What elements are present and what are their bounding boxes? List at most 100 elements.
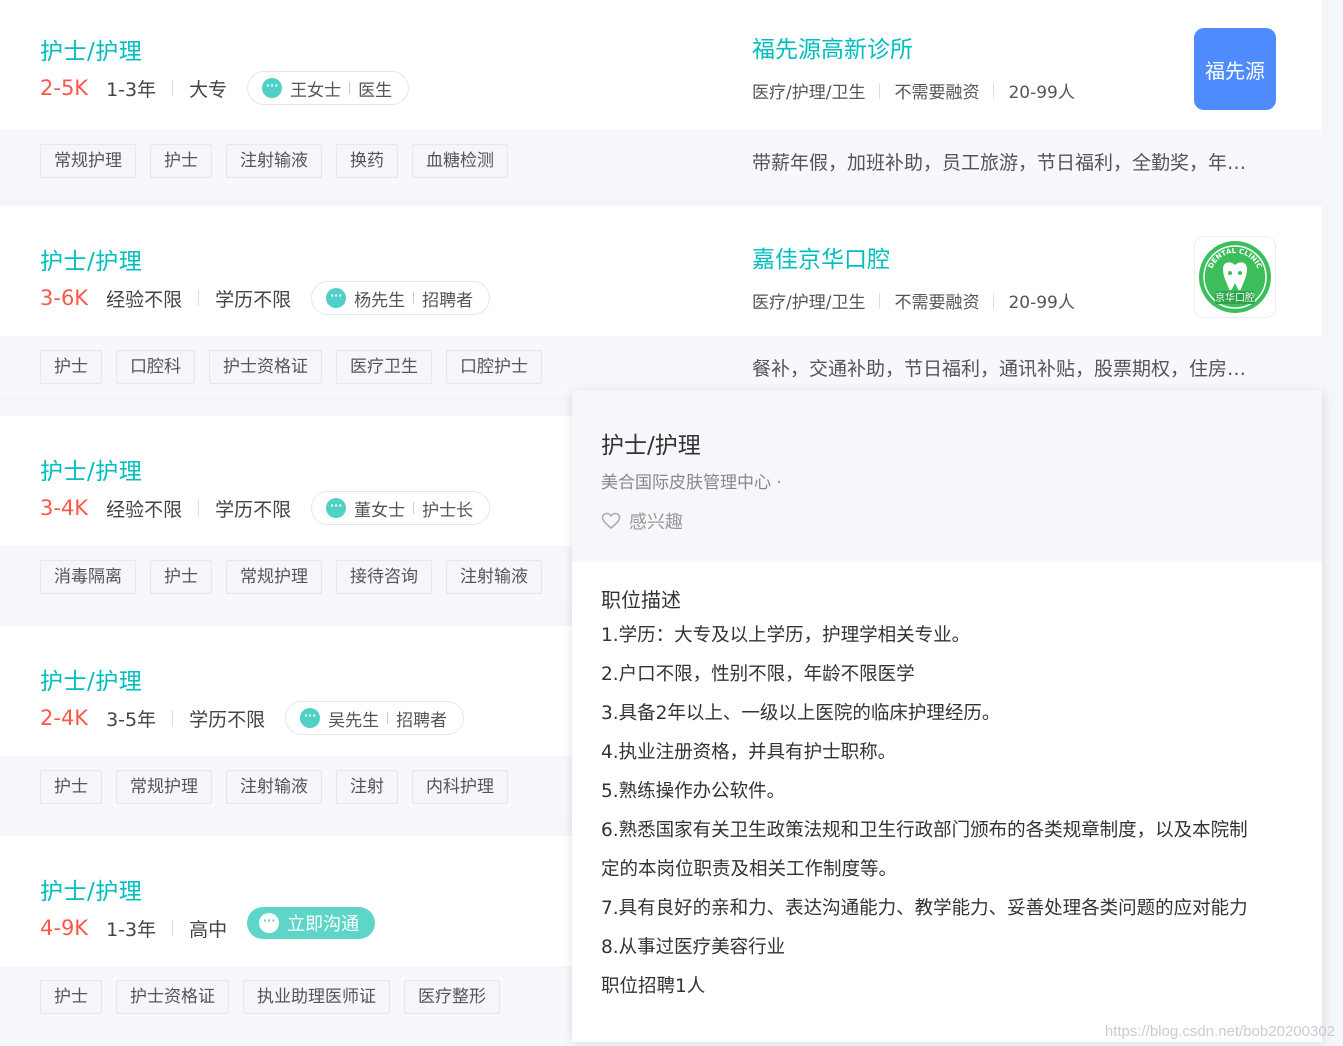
divider	[413, 502, 415, 514]
company-industry[interactable]: 医疗/护理/卫生	[752, 288, 865, 313]
recruiter-title: 招聘者	[422, 290, 474, 311]
skill-tag: 口腔护士	[446, 350, 542, 384]
recruiter-chip[interactable]: ··· 董女士 护士长	[311, 491, 491, 525]
tag-list: 护士 常规护理 注射输液 注射 内科护理	[40, 770, 522, 804]
description-line: 7.具有良好的亲和力、表达沟通能力、教学能力、妥善处理各类问题的应对能力	[601, 898, 1248, 919]
skill-tag: 护士	[40, 350, 102, 384]
skill-tag: 口腔科	[116, 350, 195, 384]
chat-icon: ···	[300, 708, 321, 728]
job-title[interactable]: 护士/护理	[40, 662, 142, 696]
job-detail-popover: 护士/护理 美合国际皮肤管理中心 · 感兴趣 职位描述 1.学历：大专及以上学历…	[572, 390, 1322, 1042]
recruiter-chip[interactable]: ··· 吴先生 招聘者	[285, 701, 465, 735]
job-title[interactable]: 护士/护理	[40, 872, 142, 906]
description-line: 2.户口不限，性别不限，年龄不限医学	[601, 664, 915, 685]
company-benefits: 带薪年假，加班补助，员工旅游，节日福利，全勤奖，年…	[752, 152, 1247, 174]
company-industry[interactable]: 医疗/护理/卫生	[752, 78, 865, 103]
education: 学历不限	[189, 708, 266, 731]
divider	[879, 82, 881, 99]
company-name[interactable]: 福先源高新诊所	[752, 30, 913, 64]
job-info-row: 2-5K 1-3年 大专 ··· 王女士 医生	[40, 70, 410, 106]
job-info-row: 4-9K 1-3年 高中 ··· 立即沟通	[40, 907, 376, 946]
chat-now-label: 立即沟通	[287, 914, 360, 935]
divider	[413, 292, 415, 304]
tag-list: 护士 口腔科 护士资格证 医疗卫生 口腔护士	[40, 350, 556, 384]
skill-tag: 护士	[150, 144, 212, 178]
job-info-row: 3-4K 经验不限 学历不限 ··· 董女士 护士长	[40, 490, 491, 526]
skill-tag: 接待咨询	[336, 560, 432, 594]
job-card[interactable]: 护士/护理 2-5K 1-3年 大专 ··· 王女士 医生 福先源高新诊所 医疗…	[0, 0, 1322, 190]
recruiter-name: 吴先生	[328, 710, 380, 731]
divider	[993, 292, 995, 309]
skill-tag: 常规护理	[226, 560, 322, 594]
education: 学历不限	[215, 288, 292, 311]
recruiter-title: 招聘者	[396, 710, 448, 731]
company-logo[interactable]: DENTAL CLINIC 京华口腔	[1194, 236, 1276, 318]
chat-icon: ···	[326, 498, 347, 518]
company-info: 医疗/护理/卫生 不需要融资 20-99人	[752, 78, 1075, 103]
skill-tag: 注射输液	[226, 144, 322, 178]
chat-now-button[interactable]: ··· 立即沟通	[247, 907, 376, 939]
company-size: 20-99人	[1008, 83, 1075, 103]
recruiter-chip[interactable]: ··· 杨先生 招聘者	[311, 281, 491, 315]
education: 大专	[189, 78, 228, 101]
company-name[interactable]: 嘉佳京华口腔	[752, 240, 890, 274]
divider	[387, 712, 389, 724]
job-card[interactable]: 护士/护理 3-6K 经验不限 学历不限 ··· 杨先生 招聘者 嘉佳京华口腔 …	[0, 206, 1322, 396]
company-size: 20-99人	[1008, 293, 1075, 313]
description-line: 1.学历：大专及以上学历，护理学相关专业。	[601, 625, 971, 646]
experience: 1-3年	[106, 78, 157, 101]
interest-button[interactable]: 感兴趣	[601, 508, 683, 534]
company-benefits: 餐补，交通补助，节日福利，通讯补贴，股票期权，住房…	[752, 358, 1247, 380]
interest-label: 感兴趣	[629, 512, 683, 533]
divider	[172, 920, 174, 936]
skill-tag: 注射	[336, 770, 398, 804]
divider	[993, 82, 995, 99]
skill-tag: 医疗卫生	[336, 350, 432, 384]
job-title[interactable]: 护士/护理	[40, 32, 142, 66]
skill-tag: 内科护理	[412, 770, 508, 804]
dental-clinic-logo-icon: DENTAL CLINIC 京华口腔	[1199, 241, 1271, 313]
company-logo[interactable]: 福先源	[1194, 28, 1276, 110]
popover-company[interactable]: 美合国际皮肤管理中心 ·	[601, 468, 782, 493]
description-line: 4.执业注册资格，并具有护士职称。	[601, 742, 897, 763]
skill-tag: 消毒隔离	[40, 560, 136, 594]
job-info-row: 3-6K 经验不限 学历不限 ··· 杨先生 招聘者	[40, 280, 491, 316]
skill-tag: 护士资格证	[116, 980, 229, 1014]
skill-tag: 护士资格证	[209, 350, 322, 384]
tag-list: 护士 护士资格证 执业助理医师证 医疗整形	[40, 980, 514, 1014]
experience: 1-3年	[106, 918, 157, 941]
chat-icon: ···	[259, 913, 280, 933]
experience: 3-5年	[106, 708, 157, 731]
job-info-row: 2-4K 3-5年 学历不限 ··· 吴先生 招聘者	[40, 700, 465, 736]
skill-tag: 常规护理	[40, 144, 136, 178]
skill-tag: 换药	[336, 144, 398, 178]
experience: 经验不限	[106, 288, 183, 311]
education: 高中	[189, 918, 228, 941]
job-title[interactable]: 护士/护理	[40, 242, 142, 276]
svg-text:京华口腔: 京华口腔	[1215, 291, 1255, 304]
salary: 2-4K	[40, 706, 89, 730]
description-line: 5.熟练操作办公软件。	[601, 781, 786, 802]
salary: 3-4K	[40, 496, 89, 520]
skill-tag: 注射输液	[446, 560, 542, 594]
divider	[172, 710, 174, 726]
salary: 4-9K	[40, 916, 89, 940]
skill-tag: 护士	[40, 980, 102, 1014]
heart-icon	[601, 512, 621, 529]
job-title[interactable]: 护士/护理	[40, 452, 142, 486]
experience: 经验不限	[106, 498, 183, 521]
salary: 2-5K	[40, 76, 89, 100]
tag-list: 消毒隔离 护士 常规护理 接待咨询 注射输液	[40, 560, 556, 594]
skill-tag: 注射输液	[226, 770, 322, 804]
skill-tag: 血糖检测	[412, 144, 508, 178]
description-body: 1.学历：大专及以上学历，护理学相关专业。 2.户口不限，性别不限，年龄不限医学…	[601, 616, 1301, 1006]
popover-header: 护士/护理 美合国际皮肤管理中心 · 感兴趣	[572, 390, 1322, 562]
watermark: https://blog.csdn.net/bob20200302	[1104, 1023, 1335, 1040]
recruiter-chip[interactable]: ··· 王女士 医生	[247, 71, 410, 105]
tag-list: 常规护理 护士 注射输液 换药 血糖检测	[40, 144, 522, 178]
description-line: 6.熟悉国家有关卫生政策法规和卫生行政部门颁布的各类规章制度，以及本院制	[601, 820, 1248, 841]
company-info: 医疗/护理/卫生 不需要融资 20-99人	[752, 288, 1075, 313]
divider	[879, 292, 881, 309]
skill-tag: 护士	[150, 560, 212, 594]
skill-tag: 护士	[40, 770, 102, 804]
